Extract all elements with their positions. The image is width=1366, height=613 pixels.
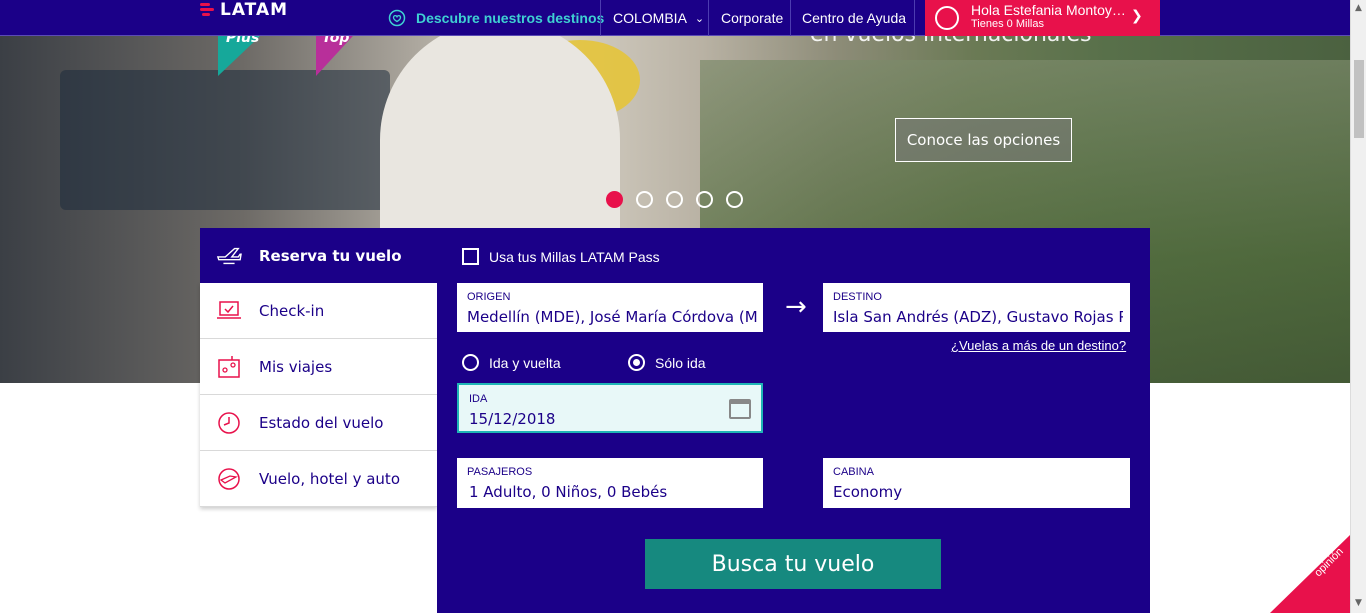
passengers-field[interactable]: PASAJEROS 1 Adulto, 0 Niños, 0 Bebés bbox=[457, 458, 763, 508]
one-way-label: Sólo ida bbox=[655, 354, 706, 371]
heart-globe-icon bbox=[388, 9, 406, 27]
passengers-label: PASAJEROS bbox=[467, 466, 533, 478]
round-trip-radio[interactable]: Ida y vuelta bbox=[462, 354, 561, 371]
map-route-icon bbox=[216, 354, 242, 380]
origin-field[interactable]: ORIGEN Medellín (MDE), José María Córdov… bbox=[457, 283, 763, 332]
menu-estado-vuelo[interactable]: Estado del vuelo bbox=[200, 395, 437, 451]
descubre-label: Descubre nuestros destinos bbox=[416, 10, 605, 26]
latam-logo-icon bbox=[200, 1, 214, 19]
menu-vuelo-hotel-auto[interactable]: Vuelo, hotel y auto bbox=[200, 451, 437, 507]
page-scrollbar[interactable]: ▲ ▼ bbox=[1350, 0, 1366, 613]
hero-cta-button[interactable]: Conoce las opciones bbox=[895, 118, 1072, 162]
use-miles-label: Usa tus Millas LATAM Pass bbox=[489, 249, 660, 265]
carousel-dot-2[interactable] bbox=[636, 191, 653, 208]
suitcase-icon bbox=[216, 466, 242, 492]
menu-label: Estado del vuelo bbox=[259, 413, 384, 432]
help-center-link[interactable]: Centro de Ayuda bbox=[802, 0, 906, 36]
date-value: 15/12/2018 bbox=[469, 410, 556, 428]
cabin-value: Economy bbox=[833, 483, 903, 501]
laptop-check-icon bbox=[216, 298, 242, 324]
departure-date-field[interactable]: IDA 15/12/2018 bbox=[457, 383, 763, 433]
origin-value: Medellín (MDE), José María Córdova (MDE) bbox=[467, 308, 757, 326]
flight-booking-panel: Usa tus Millas LATAM Pass ORIGEN Medellí… bbox=[437, 228, 1150, 613]
plane-icon bbox=[216, 243, 242, 269]
destination-label: DESTINO bbox=[833, 291, 882, 303]
country-selector[interactable]: COLOMBIA ⌄ bbox=[613, 0, 704, 36]
menu-label: Mis viajes bbox=[259, 357, 333, 376]
latam-logo-text: LATAM bbox=[220, 0, 289, 20]
round-trip-label: Ida y vuelta bbox=[489, 354, 561, 371]
multi-destination-link[interactable]: ¿Vuelas a más de un destino? bbox=[951, 338, 1126, 353]
radio-circle bbox=[462, 354, 479, 371]
passengers-value: 1 Adulto, 0 Niños, 0 Bebés bbox=[469, 483, 668, 501]
scrollbar-thumb[interactable] bbox=[1354, 60, 1364, 138]
menu-reserva-vuelo[interactable]: Reserva tu vuelo bbox=[200, 228, 437, 283]
country-label: COLOMBIA bbox=[613, 10, 687, 26]
user-avatar-icon bbox=[935, 6, 959, 30]
destination-field[interactable]: DESTINO Isla San Andrés (ADZ), Gustavo R… bbox=[823, 283, 1130, 332]
clock-icon bbox=[216, 410, 242, 436]
cabin-label: CABINA bbox=[833, 466, 874, 478]
carousel-dots bbox=[606, 191, 743, 208]
search-flight-button[interactable]: Busca tu vuelo bbox=[645, 539, 941, 589]
radio-circle-selected bbox=[628, 354, 645, 371]
destination-value: Isla San Andrés (ADZ), Gustavo Rojas Pin… bbox=[833, 308, 1123, 326]
top-navigation: LATAM Descubre nuestros destinos COLOMBI… bbox=[0, 0, 1350, 36]
carousel-dot-4[interactable] bbox=[696, 191, 713, 208]
menu-label: Check-in bbox=[259, 301, 325, 320]
menu-label: Vuelo, hotel y auto bbox=[259, 469, 400, 488]
latam-logo[interactable]: LATAM bbox=[200, 0, 288, 20]
carousel-dot-5[interactable] bbox=[726, 191, 743, 208]
user-greeting: Hola Estefania Montoy… bbox=[971, 2, 1126, 18]
descubre-destinos-link[interactable]: Descubre nuestros destinos bbox=[388, 0, 604, 36]
menu-check-in[interactable]: Check-in bbox=[200, 283, 437, 339]
user-account-menu[interactable]: Hola Estefania Montoy… Tienes 0 Millas ❯ bbox=[925, 0, 1160, 36]
chevron-down-icon: ❯ bbox=[1131, 8, 1143, 24]
date-label: IDA bbox=[469, 393, 488, 405]
origin-label: ORIGEN bbox=[467, 291, 511, 303]
scroll-up-icon[interactable]: ▲ bbox=[1355, 3, 1362, 13]
one-way-radio[interactable]: Sólo ida bbox=[628, 354, 706, 371]
user-miles: Tienes 0 Millas bbox=[971, 18, 1044, 30]
food-truck-image bbox=[60, 70, 390, 210]
menu-mis-viajes[interactable]: Mis viajes bbox=[200, 339, 437, 395]
menu-label: Reserva tu vuelo bbox=[259, 246, 402, 265]
carousel-dot-1[interactable] bbox=[606, 191, 623, 208]
booking-side-menu: Reserva tu vuelo Check-in Mis viajes Est… bbox=[200, 228, 437, 507]
corporate-link[interactable]: Corporate bbox=[721, 0, 783, 36]
cabin-field[interactable]: CABINA Economy bbox=[823, 458, 1130, 508]
calendar-icon[interactable] bbox=[729, 399, 751, 419]
scroll-down-icon[interactable]: ▼ bbox=[1355, 598, 1362, 608]
arrow-right-icon[interactable]: → bbox=[785, 292, 807, 322]
carousel-dot-3[interactable] bbox=[666, 191, 683, 208]
chevron-down-icon: ⌄ bbox=[694, 12, 705, 25]
use-miles-checkbox[interactable] bbox=[462, 248, 479, 265]
